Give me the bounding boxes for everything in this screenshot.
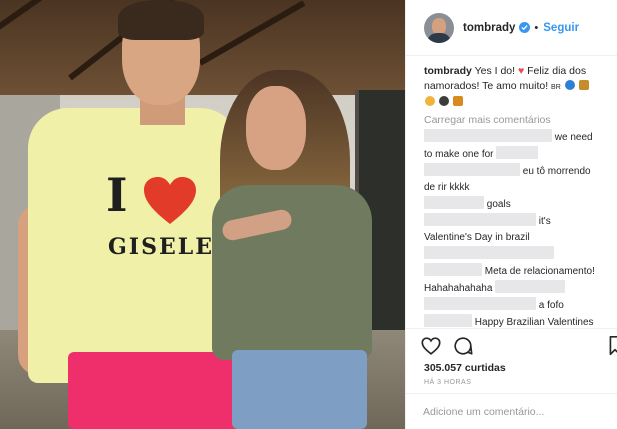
comment-item: we need to make one for xyxy=(424,129,600,163)
verified-badge-icon xyxy=(519,22,531,33)
shirt-letter: I xyxy=(106,168,128,222)
avatar-face xyxy=(432,17,446,35)
username-link[interactable]: tombrady xyxy=(463,22,515,34)
post-sidebar: tombrady • Seguir tombrady Yes I do! ♥ F… xyxy=(405,0,617,429)
comment-item xyxy=(424,246,600,263)
comment-item: eu tô morrendo de rir kkkk xyxy=(424,163,600,196)
redacted-username xyxy=(424,196,484,209)
man-shorts xyxy=(68,352,238,429)
add-comment-section xyxy=(406,393,617,429)
post-caption: tombrady Yes I do! ♥ Feliz dia dos namor… xyxy=(424,64,600,110)
woman-top xyxy=(212,185,372,360)
caption-username[interactable]: tombrady xyxy=(424,65,472,77)
comment-item: it's Valentine's Day in brazil xyxy=(424,213,600,246)
post-actions: 305.057 curtidas HÁ 3 HORAS xyxy=(406,328,617,429)
football-emoji-icon xyxy=(578,80,589,90)
avatar[interactable] xyxy=(424,12,454,43)
comment-text: goals xyxy=(486,199,511,210)
redacted-username xyxy=(424,163,520,176)
redacted-username xyxy=(424,263,482,276)
gift-emoji-icon xyxy=(452,96,463,106)
action-icons xyxy=(420,335,617,359)
post-photo[interactable]: I GISELE xyxy=(0,0,405,429)
comment-item: Meta de relacionamento! Hahahahahaha xyxy=(424,263,600,297)
woman-shorts xyxy=(232,350,367,429)
globe-emoji-icon xyxy=(564,80,575,90)
woman-face xyxy=(246,86,306,170)
like-heart-icon[interactable] xyxy=(420,335,442,357)
redacted-username xyxy=(424,213,536,226)
redacted-username xyxy=(424,297,536,310)
comments-list[interactable]: tombrady Yes I do! ♥ Feliz dia dos namor… xyxy=(406,56,617,328)
comment-text: Happy Brazilian Valentines xyxy=(474,317,594,328)
redacted-username xyxy=(424,314,472,327)
add-comment-input[interactable] xyxy=(423,404,603,420)
comment-item: goals xyxy=(424,196,600,213)
caption-text-1: Yes I do! xyxy=(474,65,516,77)
redacted-username xyxy=(424,129,552,142)
redacted-mention xyxy=(496,146,539,159)
comment-bubble-icon[interactable] xyxy=(452,335,474,357)
avatar-body xyxy=(427,32,451,43)
follow-button[interactable]: Seguir xyxy=(543,22,579,34)
instagram-post: I GISELE tombrady • Seguir tombrady Yes … xyxy=(0,0,617,429)
man-hair xyxy=(118,0,204,40)
comment-text: a fofo xyxy=(538,300,564,311)
eyes-emoji-icon xyxy=(438,96,449,106)
comment-item: a fofo xyxy=(424,297,600,314)
comment-item: Happy Brazilian Valentines xyxy=(424,314,600,328)
heart-eyes-emoji-icon xyxy=(425,96,435,106)
caption-suffix: BR xyxy=(551,84,561,91)
heart-icon: ♥ xyxy=(517,65,525,77)
post-timestamp[interactable]: HÁ 3 HORAS xyxy=(424,379,471,386)
separator-dot: • xyxy=(534,21,539,34)
load-more-comments[interactable]: Carregar mais comentários xyxy=(424,114,600,126)
redacted-comment xyxy=(424,246,554,259)
shirt-print: I GISELE xyxy=(98,168,212,278)
likes-count[interactable]: 305.057 curtidas xyxy=(424,362,506,374)
bookmark-icon[interactable] xyxy=(608,335,617,357)
heart-icon xyxy=(144,177,196,224)
shirt-name: GISELE xyxy=(108,234,214,260)
post-header: tombrady • Seguir xyxy=(406,0,617,56)
redacted-text xyxy=(495,280,566,293)
